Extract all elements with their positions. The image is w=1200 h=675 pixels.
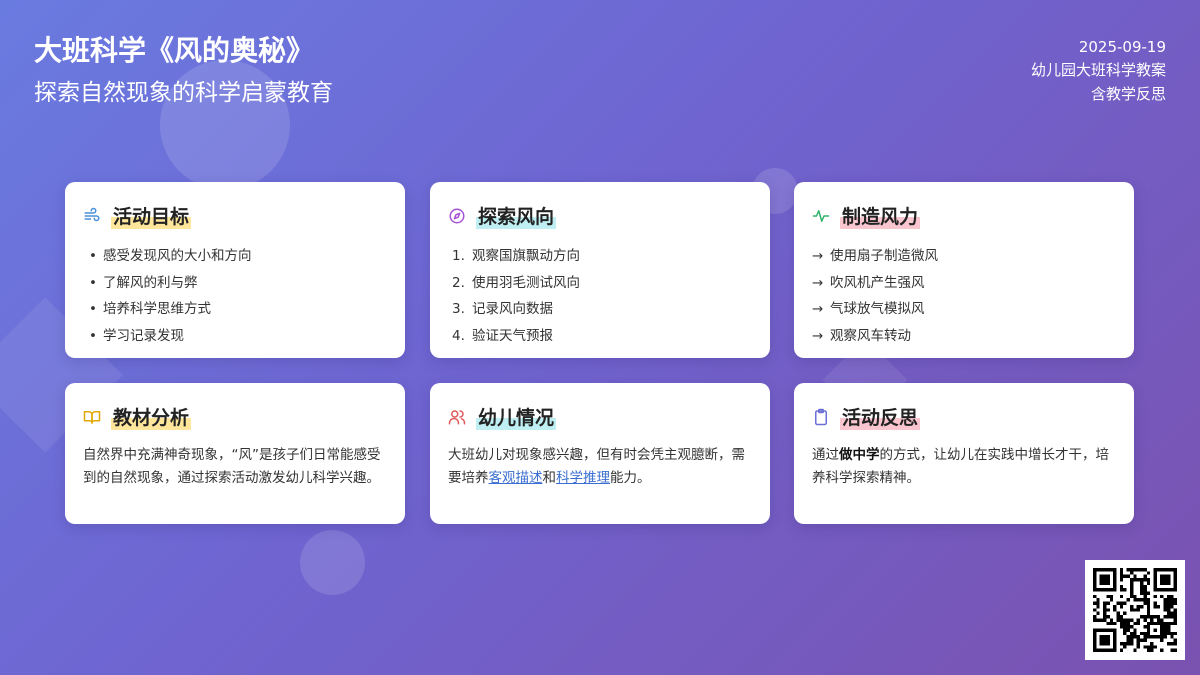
card-children-title: 幼儿情况	[476, 403, 557, 430]
card-direction-title: 探索风向	[476, 202, 557, 229]
list-item: 3. 记录风向数据	[452, 301, 553, 317]
card-reflection: 活动反思 通过做中学的方式，让幼儿在实践中增长才干，培养科学探索精神。	[794, 383, 1134, 524]
list-item: • 感受发现风的大小和方向	[89, 248, 252, 264]
list-item: • 学习记录发现	[89, 327, 184, 344]
meta-type: 幼儿园大班科学教案	[1030, 61, 1166, 80]
list-item: 4. 验证天气预报	[452, 327, 553, 344]
material-text: 自然界中充满神奇现象，“风”是孩子们日常能感受到的自然现象，通过探索活动激发幼儿…	[83, 447, 381, 486]
list-item: → 吹风机产生强风	[812, 274, 925, 291]
users-icon	[448, 408, 466, 426]
card-power: 制造风力 → 使用扇子制造微风 → 吹风机产生强风 → 气球放气模拟风 → 观察风车转动	[794, 182, 1134, 358]
clipboard-icon	[812, 408, 830, 426]
page-subtitle: 探索自然现象的科学启蒙教育	[34, 79, 333, 106]
compass-icon	[448, 207, 466, 225]
list-item: • 培养科学思维方式	[89, 301, 211, 317]
reflection-text: 通过做中学的方式，让幼儿在实践中增长才干，培养科学探索精神。	[812, 447, 1109, 486]
card-direction: 探索风向 1. 观察国旗飘动方向 2. 使用羽毛测试风向 3. 记录风向数据 4. 验证…	[430, 182, 770, 358]
meta-info: 2025-09-19 幼儿园大班科学教案 含教学反思	[1031, 36, 1166, 106]
meta-date: 2025-09-19	[1078, 38, 1166, 56]
card-reflection-title: 活动反思	[840, 403, 921, 430]
list-item: 1. 观察国旗飘动方向	[452, 248, 580, 264]
qr-code[interactable]	[1085, 560, 1185, 660]
card-goals-title: 活动目标	[111, 202, 192, 229]
slide: 大班科学《风的奥秘》 探索自然现象的科学启蒙教育 2025-09-19 幼儿园大…	[0, 0, 1200, 675]
card-power-title: 制造风力	[840, 202, 921, 229]
children-text: 大班幼儿对现象感兴趣，但有时会凭主观臆断，需要培养客观描述和科学推理能力。	[448, 447, 745, 486]
link-objective-description[interactable]: 客观描述	[489, 470, 543, 486]
book-icon	[83, 408, 101, 426]
list-item: → 使用扇子制造微风	[812, 248, 938, 264]
activity-icon	[812, 207, 830, 225]
page-title: 大班科学《风的奥秘》	[34, 34, 315, 67]
list-item: → 气球放气模拟风	[812, 301, 925, 317]
direction-list: 1. 观察国旗飘动方向 2. 使用羽毛测试风向 3. 记录风向数据 4. 验证天气预报	[448, 243, 752, 349]
power-list: → 使用扇子制造微风 → 吹风机产生强风 → 气球放气模拟风 → 观察风车转动	[812, 243, 1116, 349]
meta-note: 含教学反思	[1090, 84, 1166, 103]
list-item: 2. 使用羽毛测试风向	[452, 274, 580, 291]
qr-code-image	[1093, 568, 1177, 652]
link-scientific-reasoning[interactable]: 科学推理	[556, 470, 610, 486]
list-item: • 了解风的利与弊	[89, 274, 198, 291]
goals-list: • 感受发现风的大小和方向 • 了解风的利与弊 • 培养科学思维方式 • 学习记录发现	[83, 243, 387, 349]
card-material: 教材分析 自然界中充满神奇现象，“风”是孩子们日常能感受到的自然现象，通过探索活…	[65, 383, 405, 524]
wind-icon	[83, 207, 101, 225]
deco-circle-bottom	[300, 530, 365, 595]
card-material-title: 教材分析	[111, 403, 192, 430]
list-item: → 观察风车转动	[812, 327, 911, 344]
card-goals: 活动目标 • 感受发现风的大小和方向 • 了解风的利与弊 • 培养科学思维方式 • 学习…	[65, 182, 405, 358]
card-children: 幼儿情况 大班幼儿对现象感兴趣，但有时会凭主观臆断，需要培养客观描述和科学推理能…	[430, 383, 770, 524]
header: 大班科学《风的奥秘》 探索自然现象的科学启蒙教育	[34, 34, 333, 107]
